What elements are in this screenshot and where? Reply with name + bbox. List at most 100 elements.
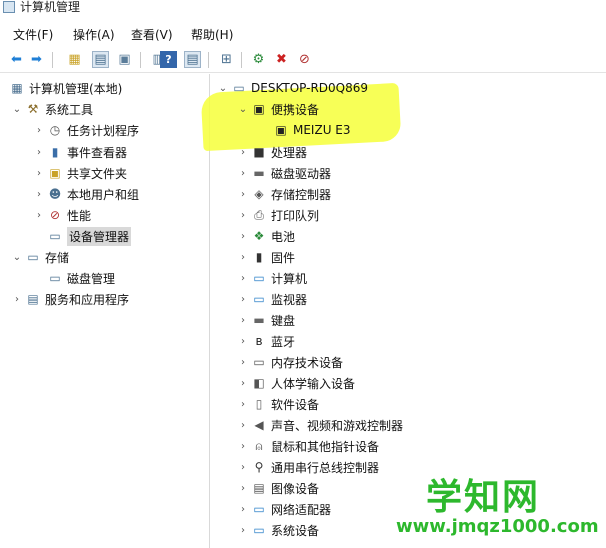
- chevron-right-icon[interactable]: ›: [238, 420, 248, 431]
- storage-controller-icon: ◈: [254, 187, 264, 201]
- storage-icon: ▭: [27, 250, 39, 264]
- menu-bar: 文件(F) 操作(A) 查看(V) 帮助(H): [0, 24, 606, 44]
- device-category[interactable]: › ▭ 网络适配器: [238, 499, 331, 519]
- device-category[interactable]: › ▭ 监视器: [238, 289, 307, 309]
- chevron-right-icon[interactable]: ›: [238, 504, 248, 515]
- forward-icon[interactable]: ➡: [28, 51, 45, 68]
- device-category[interactable]: › ▯ 软件设备: [238, 394, 319, 414]
- device-category-label: 网络适配器: [271, 502, 332, 517]
- camera-icon: ▤: [253, 481, 265, 495]
- device-category[interactable]: › ▮ 固件: [238, 247, 295, 267]
- tree-item-system-tools[interactable]: ⌄ ⚒ 系统工具: [12, 99, 93, 119]
- device-category[interactable]: › ʙ 蓝牙: [238, 331, 295, 351]
- chevron-right-icon[interactable]: ›: [238, 147, 248, 158]
- update-driver-icon[interactable]: ⊞: [218, 51, 235, 68]
- memory-device-icon: ▭: [253, 355, 265, 369]
- device-category[interactable]: › ■ 处理器: [238, 142, 307, 162]
- tree-item-shared-folders[interactable]: › ▣ 共享文件夹: [34, 163, 127, 183]
- chevron-right-icon[interactable]: ›: [238, 483, 248, 494]
- device-item-label: MEIZU E3: [293, 123, 351, 137]
- device-item-meizu[interactable]: ▣ MEIZU E3: [274, 120, 351, 140]
- device-category-portable[interactable]: ⌄ ▣ 便携设备: [238, 99, 319, 119]
- help-icon[interactable]: ?: [160, 51, 177, 68]
- menu-help[interactable]: 帮助(H): [191, 26, 233, 43]
- device-category[interactable]: › ▬ 磁盘驱动器: [238, 163, 331, 183]
- chevron-right-icon[interactable]: ›: [238, 462, 248, 473]
- chevron-right-icon[interactable]: ›: [238, 168, 248, 179]
- chevron-right-icon[interactable]: ›: [238, 357, 248, 368]
- tree-item-device-manager[interactable]: ▭ 设备管理器: [48, 226, 132, 246]
- chevron-right-icon[interactable]: ›: [238, 315, 248, 326]
- menu-view[interactable]: 查看(V): [131, 26, 173, 43]
- chevron-down-icon[interactable]: ⌄: [238, 104, 248, 115]
- chevron-right-icon[interactable]: ›: [238, 231, 248, 242]
- chevron-right-icon[interactable]: ›: [238, 399, 248, 410]
- device-category[interactable]: › ▭ 系统设备: [238, 520, 319, 540]
- chevron-right-icon[interactable]: ›: [34, 147, 44, 158]
- device-category-label: 监视器: [271, 292, 308, 307]
- phone-device-icon: ▣: [275, 123, 287, 137]
- device-category[interactable]: › ◀ 声音、视频和游戏控制器: [238, 415, 403, 435]
- tree-item-label: 计算机管理(本地): [29, 81, 123, 96]
- chevron-right-icon[interactable]: ›: [12, 294, 22, 305]
- tree-item-label: 设备管理器: [67, 226, 132, 246]
- tree-item-task-scheduler[interactable]: › ◷ 任务计划程序: [34, 120, 139, 140]
- tree-item-disk-management[interactable]: ▭ 磁盘管理: [48, 268, 115, 288]
- chevron-down-icon[interactable]: ⌄: [218, 83, 228, 94]
- chevron-right-icon[interactable]: ›: [238, 252, 248, 263]
- show-pane-icon[interactable]: ▤: [184, 51, 201, 68]
- chevron-right-icon[interactable]: ›: [238, 294, 248, 305]
- folder-up-icon[interactable]: ▦: [66, 51, 83, 68]
- chevron-right-icon[interactable]: ›: [34, 168, 44, 179]
- device-category-label: 软件设备: [271, 397, 320, 412]
- tree-item-label: 磁盘管理: [67, 271, 116, 286]
- device-category[interactable]: › ⍝ 鼠标和其他指针设备: [238, 436, 379, 456]
- chevron-right-icon[interactable]: ›: [238, 189, 248, 200]
- device-category-label: 计算机: [271, 271, 308, 286]
- tree-item-event-viewer[interactable]: › ▮ 事件查看器: [34, 142, 127, 162]
- device-category-label: 磁盘驱动器: [271, 166, 332, 181]
- chevron-right-icon[interactable]: ›: [238, 525, 248, 536]
- back-icon[interactable]: ⬅: [8, 51, 25, 68]
- chevron-right-icon[interactable]: ›: [34, 125, 44, 136]
- tree-item-label: 服务和应用程序: [45, 292, 130, 307]
- device-root[interactable]: ⌄ ▭ DESKTOP-RD0Q869: [218, 78, 368, 98]
- software-device-icon: ▯: [255, 397, 263, 411]
- tree-item-computer-management[interactable]: ▦ 计算机管理(本地): [10, 78, 122, 98]
- tree-item-performance[interactable]: › ⊘ 性能: [34, 205, 91, 225]
- menu-action[interactable]: 操作(A): [73, 26, 115, 43]
- device-category[interactable]: › ▭ 计算机: [238, 268, 307, 288]
- uninstall-device-icon[interactable]: ⊘: [296, 51, 313, 68]
- export-list-icon[interactable]: ▣: [116, 51, 133, 68]
- console-tree-icon[interactable]: ▤: [92, 51, 109, 68]
- chevron-right-icon[interactable]: ›: [238, 210, 248, 221]
- computer-management-app-icon: [3, 1, 15, 13]
- disable-device-icon[interactable]: ✖: [273, 51, 290, 68]
- chevron-right-icon[interactable]: ›: [238, 336, 248, 347]
- device-category[interactable]: › ▬ 键盘: [238, 310, 295, 330]
- device-category[interactable]: › ▤ 图像设备: [238, 478, 319, 498]
- toolbar-separator: [241, 52, 242, 68]
- device-category[interactable]: › ◧ 人体学输入设备: [238, 373, 355, 393]
- chevron-right-icon[interactable]: ›: [238, 378, 248, 389]
- device-category[interactable]: › ❖ 电池: [238, 226, 295, 246]
- chevron-down-icon[interactable]: ⌄: [12, 252, 22, 263]
- tree-item-label: 任务计划程序: [67, 123, 140, 138]
- watermark: 学知网 www.jmqz1000.com: [396, 468, 599, 546]
- device-category[interactable]: › ⎙ 打印队列: [238, 205, 319, 225]
- tree-item-local-users[interactable]: › ☻ 本地用户和组: [34, 184, 139, 204]
- chevron-right-icon[interactable]: ›: [238, 441, 248, 452]
- device-category[interactable]: › ⚲ 通用串行总线控制器: [238, 457, 379, 477]
- tree-item-services-apps[interactable]: › ▤ 服务和应用程序: [12, 289, 129, 309]
- device-category-label: 内存技术设备: [271, 355, 344, 370]
- tree-item-storage[interactable]: ⌄ ▭ 存储: [12, 247, 69, 267]
- chevron-down-icon[interactable]: ⌄: [12, 104, 22, 115]
- chevron-right-icon[interactable]: ›: [34, 189, 44, 200]
- chevron-right-icon[interactable]: ›: [34, 210, 44, 221]
- device-category[interactable]: › ◈ 存储控制器: [238, 184, 331, 204]
- toolbar-separator: [52, 52, 53, 68]
- device-category[interactable]: › ▭ 内存技术设备: [238, 352, 343, 372]
- menu-file[interactable]: 文件(F): [13, 26, 53, 43]
- scan-hardware-icon[interactable]: ⚙: [250, 51, 267, 68]
- chevron-right-icon[interactable]: ›: [238, 273, 248, 284]
